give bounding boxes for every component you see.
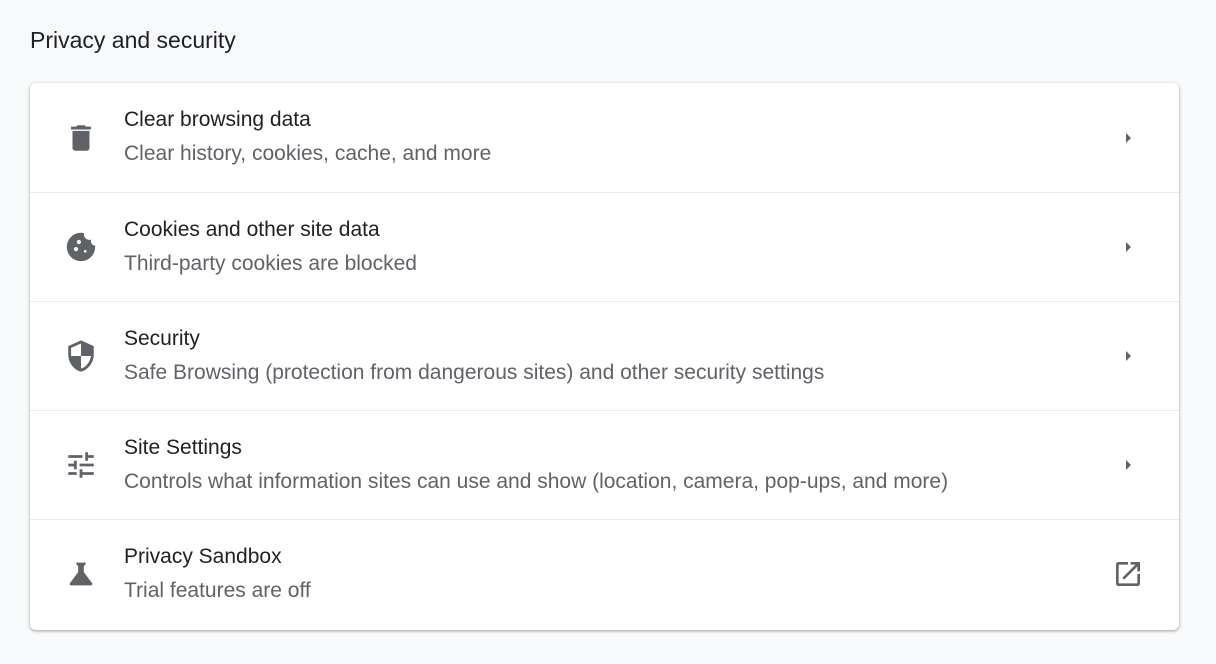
row-text: Cookies and other site data Third-party … (124, 215, 1059, 279)
row-sublabel: Controls what information sites can use … (124, 470, 949, 493)
clear-browsing-data-row[interactable]: Clear browsing data Clear history, cooki… (30, 83, 1179, 192)
trash-icon (64, 121, 98, 155)
row-sublabel: Third-party cookies are blocked (124, 252, 417, 275)
section-title: Privacy and security (30, 27, 236, 53)
row-text: Security Safe Browsing (protection from … (124, 324, 1059, 388)
row-label: Security (124, 327, 200, 350)
arrow-right-icon[interactable] (1111, 339, 1145, 373)
arrow-right-icon[interactable] (1111, 448, 1145, 482)
site-settings-row[interactable]: Site Settings Controls what information … (30, 410, 1179, 519)
row-label: Site Settings (124, 436, 242, 459)
privacy-sandbox-row[interactable]: Privacy Sandbox Trial features are off (30, 519, 1179, 628)
arrow-right-icon[interactable] (1111, 230, 1145, 264)
shield-icon (64, 339, 98, 373)
cookie-icon (64, 230, 98, 264)
row-text: Site Settings Controls what information … (124, 433, 1059, 497)
row-text: Privacy Sandbox Trial features are off (124, 542, 1059, 606)
cookies-row[interactable]: Cookies and other site data Third-party … (30, 192, 1179, 301)
open-in-new-icon[interactable] (1111, 557, 1145, 591)
security-row[interactable]: Security Safe Browsing (protection from … (30, 301, 1179, 410)
row-label: Privacy Sandbox (124, 545, 282, 568)
tune-icon (64, 448, 98, 482)
row-sublabel: Clear history, cookies, cache, and more (124, 142, 492, 165)
row-label: Cookies and other site data (124, 218, 380, 241)
settings-page: Privacy and security Clear browsing data… (0, 0, 1216, 664)
privacy-security-card: Clear browsing data Clear history, cooki… (30, 83, 1179, 630)
flask-icon (64, 557, 98, 591)
row-label: Clear browsing data (124, 108, 311, 131)
row-sublabel: Safe Browsing (protection from dangerous… (124, 361, 825, 384)
row-sublabel: Trial features are off (124, 579, 311, 602)
row-text: Clear browsing data Clear history, cooki… (124, 105, 1059, 169)
arrow-right-icon[interactable] (1111, 121, 1145, 155)
